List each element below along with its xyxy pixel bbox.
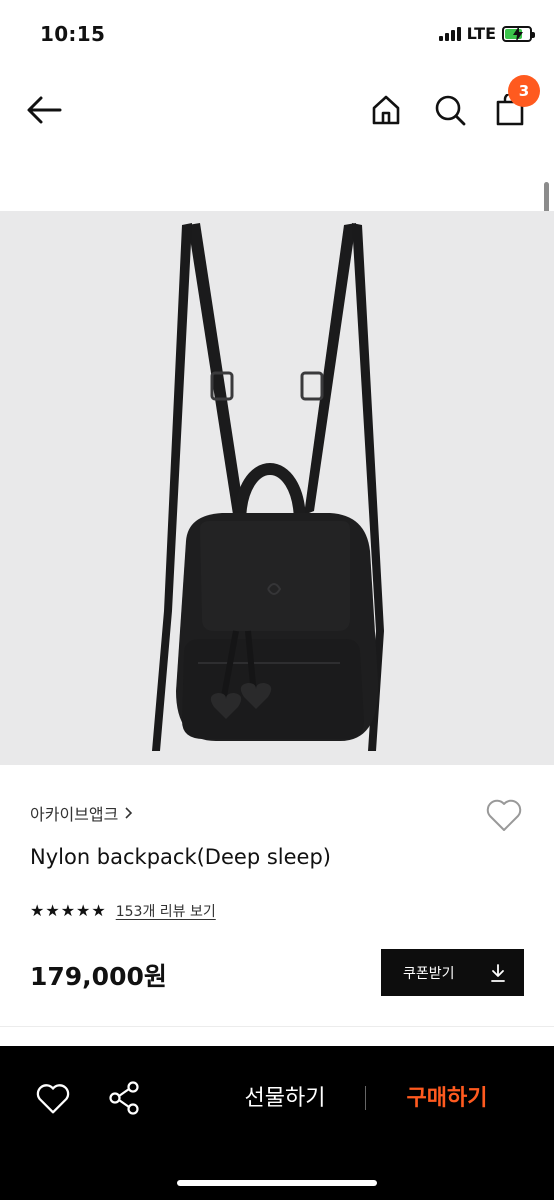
signal-icon bbox=[438, 26, 461, 41]
home-icon[interactable] bbox=[366, 90, 406, 130]
button-separator bbox=[365, 1086, 366, 1110]
rating-stars: ★ ★ ★ ★ ★ bbox=[30, 903, 106, 919]
brand-link[interactable]: 아카이브앱크 bbox=[30, 801, 134, 825]
star-icon: ★ bbox=[76, 901, 91, 920]
product-name: Nylon backpack(Deep sleep) bbox=[30, 845, 331, 869]
brand-name: 아카이브앱크 bbox=[30, 805, 119, 824]
star-icon: ★ bbox=[91, 901, 106, 920]
wishlist-heart-icon[interactable] bbox=[484, 795, 524, 835]
review-link[interactable]: 153개 리뷰 보기 bbox=[116, 901, 216, 921]
bottom-wishlist-heart-icon[interactable] bbox=[34, 1080, 72, 1118]
top-nav-bar bbox=[0, 70, 554, 150]
cart-count-badge: 3 bbox=[508, 75, 540, 107]
bottom-action-bar: 선물하기 구매하기 bbox=[0, 1046, 554, 1200]
divider bbox=[0, 1026, 554, 1027]
home-indicator bbox=[177, 1180, 377, 1186]
buy-button[interactable]: 구매하기 bbox=[384, 1080, 510, 1112]
download-icon bbox=[491, 963, 505, 982]
rating-row: ★ ★ ★ ★ ★ 153개 리뷰 보기 bbox=[30, 901, 216, 921]
back-arrow-icon[interactable] bbox=[24, 90, 64, 130]
search-icon[interactable] bbox=[430, 90, 470, 130]
backpack-illustration bbox=[152, 223, 384, 751]
product-image[interactable] bbox=[0, 211, 554, 765]
status-bar: 10:15 LTE bbox=[0, 0, 554, 70]
star-icon: ★ bbox=[30, 901, 45, 920]
star-icon: ★ bbox=[45, 901, 60, 920]
battery-icon bbox=[502, 25, 535, 42]
coupon-button[interactable]: 쿠폰받기 bbox=[381, 949, 524, 996]
product-price: 179,000원 bbox=[30, 962, 167, 991]
gift-button[interactable]: 선물하기 bbox=[222, 1080, 348, 1112]
share-icon[interactable] bbox=[104, 1078, 144, 1118]
coupon-button-label: 쿠폰받기 bbox=[403, 965, 455, 982]
chevron-right-icon bbox=[125, 807, 133, 819]
network-label: LTE bbox=[466, 24, 496, 43]
status-indicators: LTE bbox=[438, 24, 535, 43]
star-icon: ★ bbox=[60, 901, 76, 920]
status-time: 10:15 bbox=[40, 22, 106, 46]
